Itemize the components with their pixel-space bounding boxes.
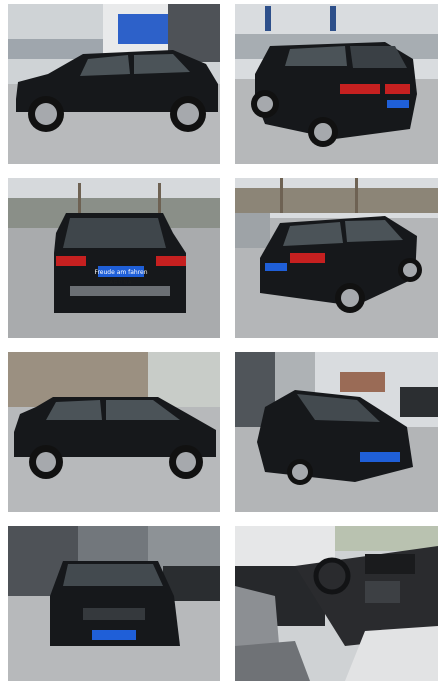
photo-side-left[interactable]: [8, 4, 220, 164]
photo-front[interactable]: [8, 526, 220, 681]
photo-side-left-2[interactable]: [8, 352, 220, 512]
photo-rear-right[interactable]: [235, 4, 438, 164]
photo-gallery: Freude am fahren ARONA: [0, 0, 440, 683]
photo-rear[interactable]: Freude am fahren ARONA: [8, 178, 220, 338]
plate-label: Freude am fahren: [94, 269, 147, 276]
brand-label: ARONA: [110, 280, 133, 286]
photo-front-angle[interactable]: [235, 352, 438, 512]
photo-interior[interactable]: [235, 526, 438, 681]
photo-rear-angle[interactable]: [235, 178, 438, 338]
